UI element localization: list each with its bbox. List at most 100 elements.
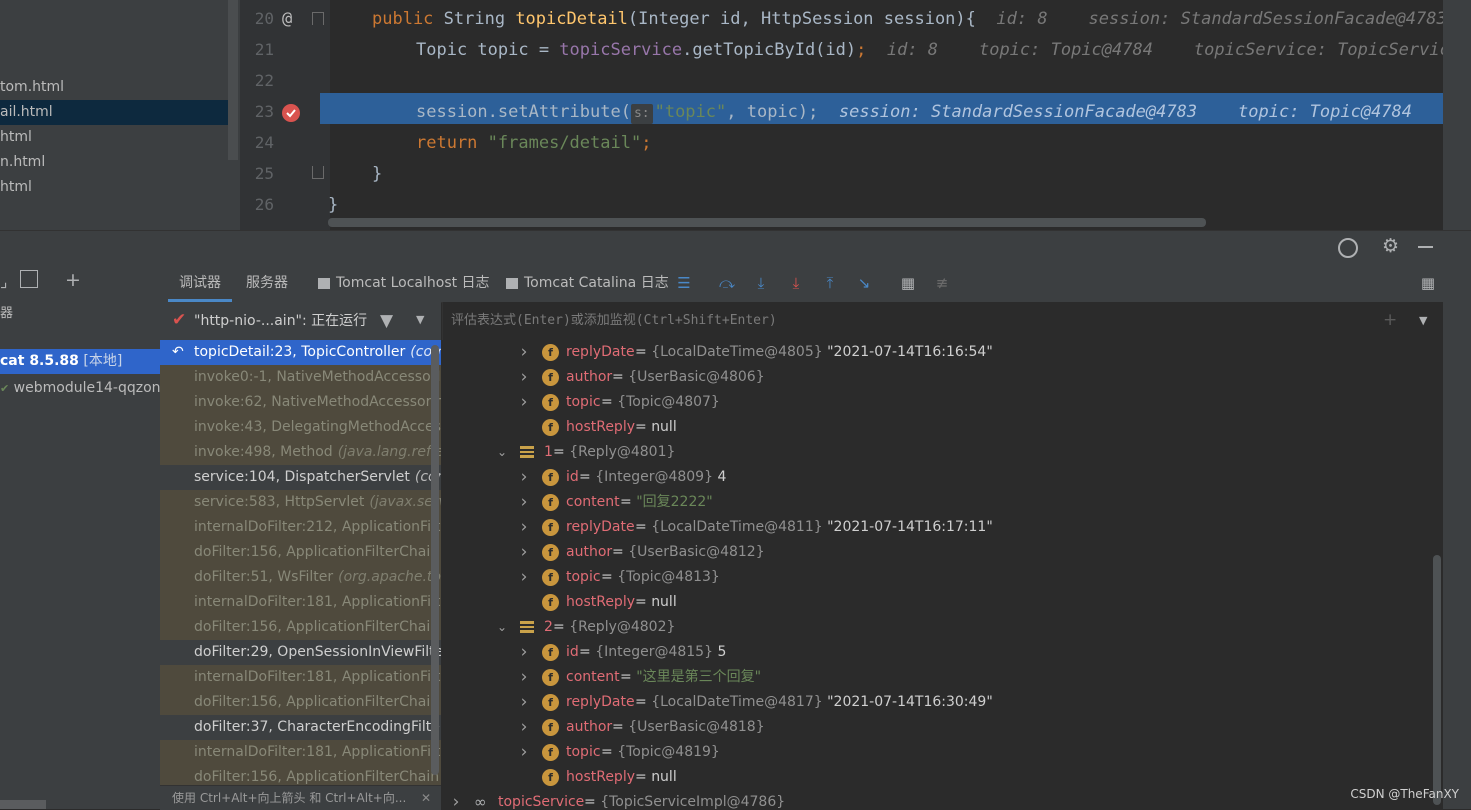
frame-item[interactable]: invoke0:-1, NativeMethodAccessorIm xyxy=(160,365,441,390)
variable-row[interactable]: f hostReply = null xyxy=(442,590,1443,615)
code-editor[interactable]: 20 21 22 23 24 25 26 @ public String top… xyxy=(240,0,1443,230)
evaluate-expression-icon[interactable]: ▦ xyxy=(898,273,918,293)
variable-row[interactable]: › f author = {UserBasic@4818} xyxy=(442,715,1443,740)
add-icon[interactable]: + xyxy=(65,269,81,291)
variable-row[interactable]: › f id = {Integer@4815} 5 xyxy=(442,640,1443,665)
frame-item[interactable]: service:104, DispatcherServlet(com.fa xyxy=(160,465,441,490)
tab-server[interactable]: 服务器 xyxy=(246,264,288,302)
frame-method: doFilter:156, ApplicationFilterChain xyxy=(194,769,440,785)
field-icon: f xyxy=(542,394,559,411)
frame-item[interactable]: invoke:43, DelegatingMethodAccesso xyxy=(160,415,441,440)
field-icon: f xyxy=(542,419,559,436)
server-item-tomcat[interactable]: cat 8.5.88 [本地] xyxy=(0,349,160,374)
step-out-icon[interactable]: ⤒ xyxy=(820,273,840,293)
chevron-down-icon[interactable]: ▼ xyxy=(1419,314,1427,327)
tab-debugger[interactable]: 调试器 xyxy=(168,264,232,302)
frame-item[interactable]: doFilter:37, CharacterEncodingFilter( xyxy=(160,715,441,740)
variable-row[interactable]: › f content = "回复2222" xyxy=(442,490,1443,515)
tree-item-selected[interactable]: ail.html xyxy=(0,100,228,125)
variable-name: content xyxy=(566,669,620,685)
chevron-right-icon[interactable]: › xyxy=(518,715,530,740)
variable-row[interactable]: › f author = {UserBasic@4806} xyxy=(442,365,1443,390)
chevron-right-icon[interactable]: › xyxy=(518,640,530,665)
chevron-right-icon[interactable]: › xyxy=(518,565,530,590)
crosshair-icon[interactable] xyxy=(1338,238,1358,258)
close-icon[interactable]: ✕ xyxy=(421,786,431,810)
frame-item[interactable]: invoke:62, NativeMethodAccessorImp xyxy=(160,390,441,415)
variable-row[interactable]: › f topic = {Topic@4807} xyxy=(442,390,1443,415)
override-at-icon[interactable]: @ xyxy=(282,9,292,29)
chevron-down-icon[interactable]: ⌄ xyxy=(496,615,508,640)
variable-row[interactable]: › f replyDate = {LocalDateTime@4817} "2021… xyxy=(442,690,1443,715)
services-scrollbar[interactable] xyxy=(0,800,46,809)
project-scrollbar[interactable] xyxy=(228,0,238,160)
tree-item[interactable]: html xyxy=(0,125,228,150)
variable-row[interactable]: › f author = {UserBasic@4812} xyxy=(442,540,1443,565)
frame-item[interactable]: doFilter:156, ApplicationFilterChain( xyxy=(160,540,441,565)
add-watch-icon[interactable]: + xyxy=(1383,310,1397,330)
chevron-down-icon[interactable]: ⌄ xyxy=(496,440,508,465)
chevron-right-icon[interactable]: › xyxy=(518,365,530,390)
thread-selector[interactable]: "http-nio-...ain": 正在运行 xyxy=(194,302,367,340)
frame-item[interactable]: doFilter:156, ApplicationFilterChain( xyxy=(160,690,441,715)
minimize-icon[interactable] xyxy=(1418,246,1433,248)
server-item-module[interactable]: ✔ webmodule14-qqzone xyxy=(0,376,160,401)
chevron-down-icon[interactable]: ▼ xyxy=(416,313,424,326)
editor-horizontal-scrollbar[interactable] xyxy=(328,218,1206,227)
run-to-cursor-icon[interactable]: ↘ xyxy=(854,273,874,293)
fold-icon[interactable] xyxy=(312,12,324,25)
tab-tomcat-catalina-log[interactable]: Tomcat Catalina 日志 xyxy=(506,264,669,302)
variable-row[interactable]: › f topic = {Topic@4819} xyxy=(442,740,1443,765)
frame-item[interactable]: internalDoFilter:181, ApplicationFilte xyxy=(160,740,441,765)
frame-item[interactable]: internalDoFilter:181, ApplicationFilte xyxy=(160,590,441,615)
force-step-into-icon[interactable]: ⤓ xyxy=(786,273,806,293)
variable-row[interactable]: › f replyDate = {LocalDateTime@4811} "2021… xyxy=(442,515,1443,540)
frame-item[interactable]: invoke:498, Method(java.lang.reflect xyxy=(160,440,441,465)
show-frames-icon[interactable]: ☰ xyxy=(674,273,694,293)
variable-row[interactable]: › f content = "这里是第三个回复" xyxy=(442,665,1443,690)
trace-stream-icon[interactable]: ≢ xyxy=(932,273,952,293)
fold-end-icon[interactable] xyxy=(312,166,324,179)
variable-row[interactable]: › f id = {Integer@4809} 4 xyxy=(442,465,1443,490)
frame-item[interactable]: internalDoFilter:212, ApplicationFilte xyxy=(160,515,441,540)
breakpoint-check-icon[interactable] xyxy=(282,104,300,122)
filter-icon[interactable]: ▼ xyxy=(380,311,393,331)
evaluate-expression-bar[interactable]: 评估表达式(Enter)或添加监视(Ctrl+Shift+Enter) + ▼ xyxy=(442,302,1444,341)
chevron-right-icon[interactable]: › xyxy=(450,790,462,809)
chevron-right-icon[interactable]: › xyxy=(518,515,530,540)
frame-item[interactable]: doFilter:156, ApplicationFilterChain( xyxy=(160,765,441,785)
variable-row[interactable]: › f replyDate = {LocalDateTime@4805} "2021… xyxy=(442,340,1443,365)
chevron-right-icon[interactable]: › xyxy=(518,490,530,515)
tab-tomcat-localhost-log[interactable]: Tomcat Localhost 日志 xyxy=(318,264,490,302)
chevron-right-icon[interactable]: › xyxy=(518,740,530,765)
frames-scrollbar[interactable] xyxy=(431,345,439,775)
chevron-right-icon[interactable]: › xyxy=(518,690,530,715)
variable-row[interactable]: › f topic = {Topic@4813} xyxy=(442,565,1443,590)
variables-scrollbar[interactable] xyxy=(1433,555,1441,805)
step-into-icon[interactable]: ⤓ xyxy=(751,273,771,293)
variable-row[interactable]: ⌄ 2 = {Reply@4802} xyxy=(442,615,1443,640)
tree-item[interactable]: html xyxy=(0,175,228,200)
frame-item-selected[interactable]: ↶topicDetail:23, TopicController(com. xyxy=(160,340,441,365)
chevron-right-icon[interactable]: › xyxy=(518,390,530,415)
variable-row[interactable]: › ∞ topicService = {TopicServiceImpl@4786} xyxy=(442,790,1443,809)
chevron-right-icon[interactable]: › xyxy=(518,340,530,365)
chevron-right-icon[interactable]: › xyxy=(518,540,530,565)
tree-item[interactable]: n.html xyxy=(0,150,228,175)
collapse-icon[interactable]: ⌟ xyxy=(0,272,8,291)
frame-item[interactable]: internalDoFilter:181, ApplicationFilte xyxy=(160,665,441,690)
add-config-icon[interactable] xyxy=(20,270,38,288)
frame-item[interactable]: doFilter:156, ApplicationFilterChain( xyxy=(160,615,441,640)
tree-item[interactable]: tom.html xyxy=(0,75,228,100)
variable-row[interactable]: f hostReply = null xyxy=(442,415,1443,440)
variable-row[interactable]: f hostReply = null xyxy=(442,765,1443,790)
step-over-icon[interactable]: ⤼ xyxy=(717,273,737,293)
frame-item[interactable]: doFilter:29, OpenSessionInViewFilter xyxy=(160,640,441,665)
variable-row[interactable]: ⌄ 1 = {Reply@4801} xyxy=(442,440,1443,465)
gear-icon[interactable]: ⚙ xyxy=(1382,235,1399,257)
frame-item[interactable]: doFilter:51, WsFilter(org.apache.tomc xyxy=(160,565,441,590)
chevron-right-icon[interactable]: › xyxy=(518,465,530,490)
layout-icon[interactable]: ▦ xyxy=(1418,273,1438,293)
frame-item[interactable]: service:583, HttpServlet(javax.servlet. xyxy=(160,490,441,515)
chevron-right-icon[interactable]: › xyxy=(518,665,530,690)
